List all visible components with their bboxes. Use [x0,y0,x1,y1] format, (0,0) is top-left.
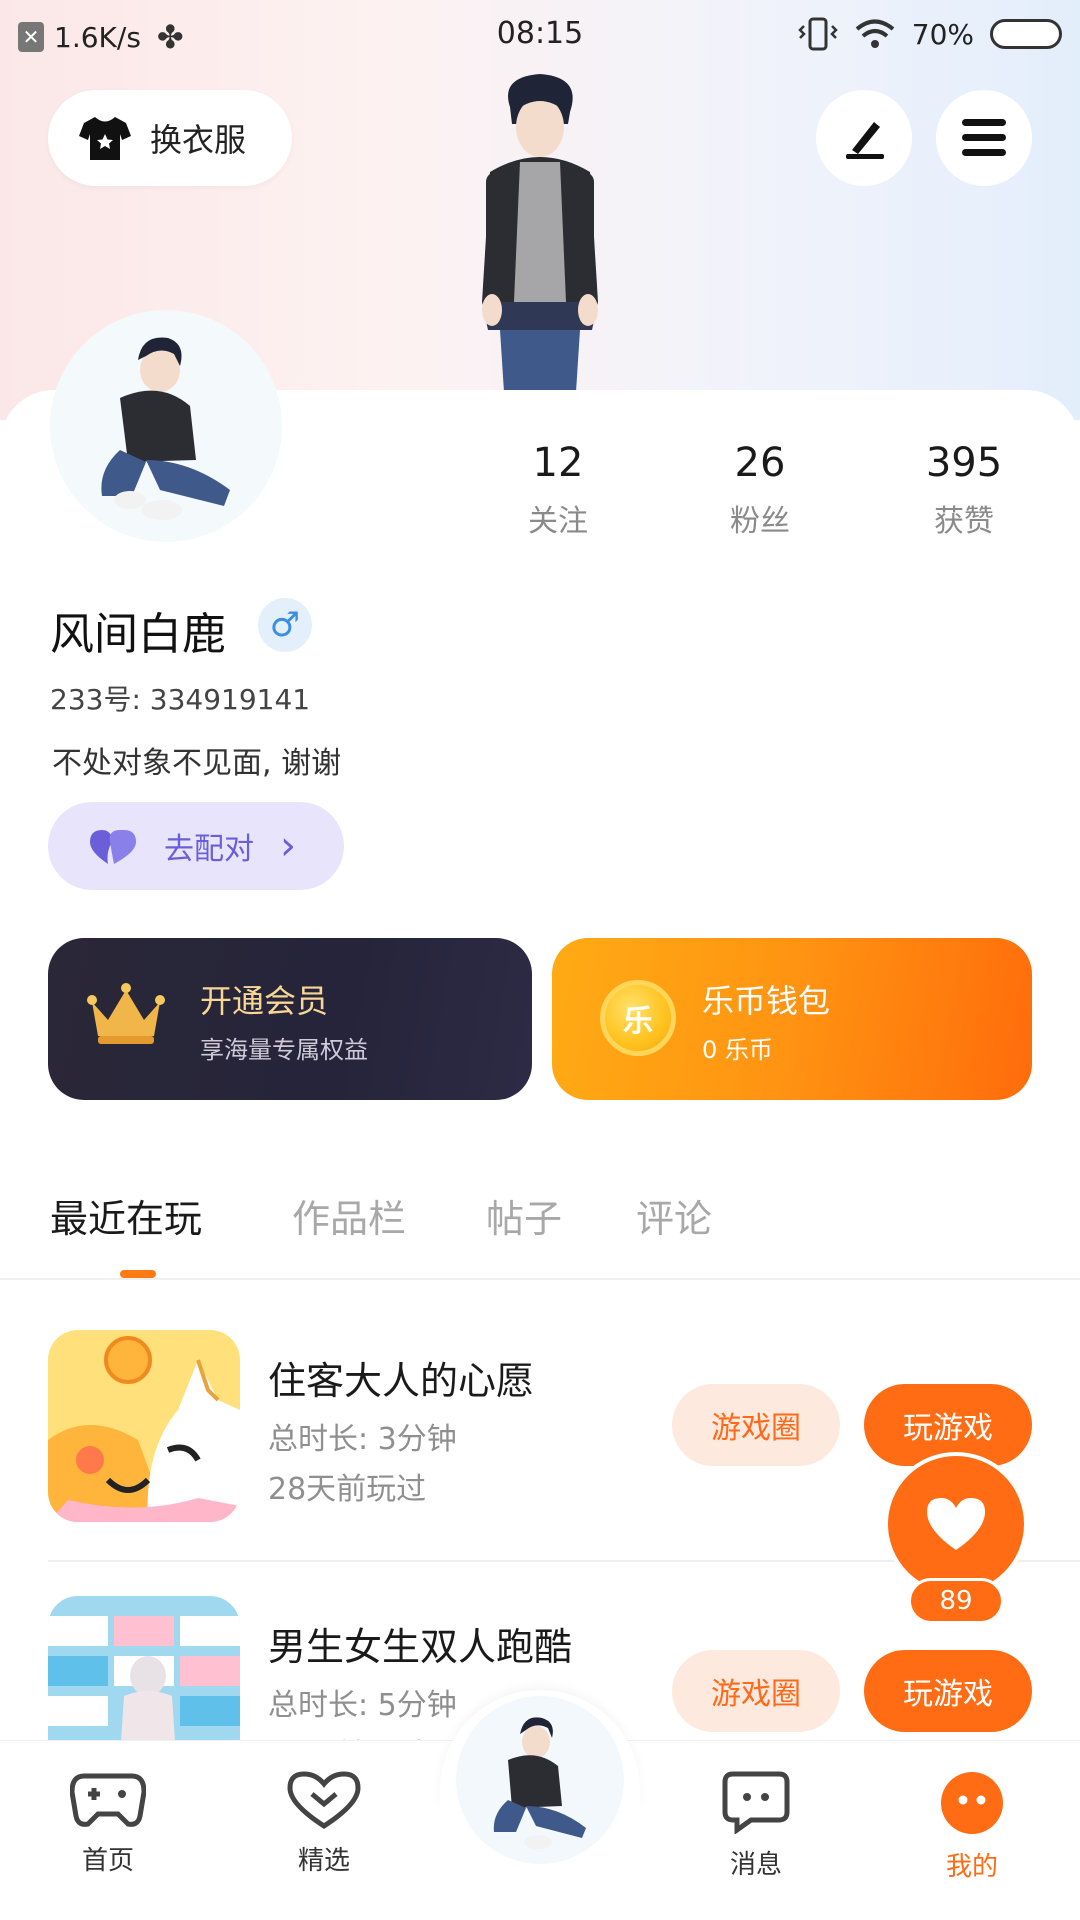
status-right: 70% [797,16,1062,52]
followers-label: 粉丝 [730,504,790,539]
go-match-button[interactable]: 去配对 › [48,802,344,890]
status-bar: ✕ 1.6K/s ✤ 08:15 70% [0,0,1080,70]
tshirt-icon [79,117,131,160]
vibrate-icon [797,17,838,51]
chevron-right-icon: › [280,823,296,869]
game-title: 男生女生双人跑酷 [268,1625,573,1669]
tab-recent-played[interactable]: 最近在玩 [50,1188,202,1243]
game-circle-button[interactable]: 游戏圈 [672,1650,840,1732]
gamepad-icon [69,1773,147,1827]
following-stat[interactable]: 12 关注 [478,440,638,540]
user-id[interactable]: 233号: 334919141 [50,678,310,718]
coin-wallet-card[interactable]: 乐 乐币钱包 0 乐币 [552,938,1032,1100]
vip-subtitle: 享海量专属权益 [200,1036,368,1064]
like-count-badge: 89 [908,1578,1004,1624]
nav-item-featured[interactable]: 精选 [264,1770,384,1877]
wifi-icon [855,19,895,48]
avatar-figure-small [493,1717,586,1849]
likes-count: 395 [925,440,1003,486]
go-match-label: 去配对 [164,832,254,867]
game-circle-button[interactable]: 游戏圈 [672,1384,840,1466]
nav-item-profile[interactable]: 我的 [912,1770,1032,1883]
active-tab-indicator [120,1270,156,1278]
likes-stat[interactable]: 395 获赞 [884,440,1044,540]
edit-profile-button[interactable] [816,90,912,186]
menu-button[interactable] [936,90,1032,186]
heart-chevron-icon [287,1771,361,1829]
following-count: 12 [532,440,584,486]
nav-label-home: 首页 [81,1846,134,1876]
vip-title: 开通会员 [200,982,329,1020]
tab-posts[interactable]: 帖子 [486,1188,562,1243]
tab-works[interactable]: 作品栏 [292,1188,406,1243]
change-outfit-label: 换衣服 [150,121,247,159]
nav-label-profile: 我的 [945,1852,998,1882]
game-duration: 总时长: 3分钟 [268,1422,457,1457]
nav-item-messages[interactable]: 消息 [696,1770,816,1881]
bio: 不处对象不见面, 谢谢 [52,746,342,781]
male-gender-icon: ♂ [258,598,312,652]
heart-icon [927,1498,985,1550]
wallet-title: 乐币钱包 [702,982,831,1020]
game-thumbnail[interactable] [48,1330,240,1522]
following-label: 关注 [528,504,588,539]
nav-item-home[interactable]: 首页 [48,1770,168,1877]
battery-level: 70% [911,17,974,51]
avatar-3d-figure[interactable] [440,72,640,392]
username: 风间白鹿 [50,609,226,660]
pen-icon [846,122,884,159]
heart-pair-icon [90,830,136,864]
followers-count: 26 [734,440,786,486]
nav-label-messages: 消息 [729,1850,782,1880]
change-outfit-button[interactable]: 换衣服 [48,90,292,186]
nav-label-featured: 精选 [297,1846,350,1876]
followers-stat[interactable]: 26 粉丝 [680,440,840,540]
vip-membership-card[interactable]: 开通会员 享海量专属权益 [48,938,532,1100]
game-last-played: 28天前玩过 [268,1472,427,1507]
play-game-button[interactable]: 玩游戏 [864,1650,1032,1732]
wallet-balance: 0 乐币 [702,1036,773,1064]
nav-center-avatar[interactable] [456,1696,624,1864]
battery-icon [990,19,1062,49]
game-duration: 总时长: 5分钟 [268,1688,457,1723]
chat-bubble-icon [722,1771,790,1835]
hamburger-menu-icon [962,119,1006,156]
cat-game-art [48,1330,240,1522]
coin-icon: 乐 [600,980,676,1056]
likes-label: 获赞 [934,504,994,539]
game-title: 住客大人的心愿 [268,1359,535,1403]
profile-face-icon [941,1772,1003,1834]
tab-comments[interactable]: 评论 [636,1188,712,1243]
like-floating-button[interactable] [884,1452,1028,1596]
profile-tabs: 最近在玩 作品栏 帖子 评论 [0,1180,1080,1280]
crown-icon [87,983,165,1044]
profile-stats: 12 关注 26 粉丝 395 获赞 [0,440,1080,550]
